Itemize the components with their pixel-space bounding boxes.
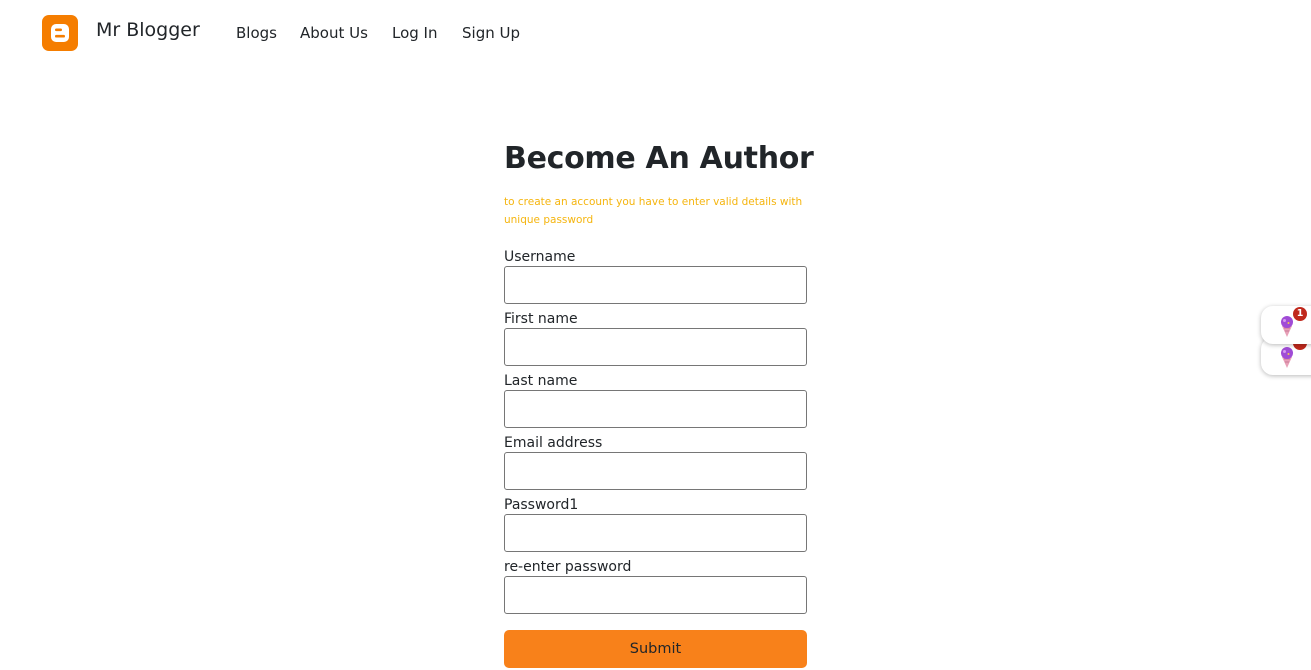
first-name-label: First name — [504, 311, 578, 327]
nav-link-sign-up[interactable]: Sign Up — [462, 24, 520, 42]
form-subtitle: to create an account you have to enter v… — [504, 196, 803, 226]
confirm-password-label: re-enter password — [504, 559, 632, 575]
username-label: Username — [504, 249, 576, 265]
username-field[interactable] — [504, 266, 807, 304]
confirm-password-field[interactable] — [504, 576, 807, 614]
nav-link-log-in[interactable]: Log In — [392, 24, 438, 42]
submit-button[interactable]: Submit — [504, 630, 807, 668]
nav-link-about-us[interactable]: About Us — [300, 24, 368, 42]
notification-badge: 1 — [1293, 307, 1307, 321]
signup-form: Become An Author to create an account yo… — [504, 138, 814, 668]
last-name-field[interactable] — [504, 390, 807, 428]
form-fields: Username First name Last name Email addr… — [504, 248, 807, 614]
password-label: Password1 — [504, 497, 579, 513]
brand-name[interactable]: Mr Blogger — [96, 19, 200, 41]
ice-cream-icon — [1276, 345, 1298, 373]
password-field[interactable] — [504, 514, 807, 552]
nav-link-blogs[interactable]: Blogs — [236, 24, 277, 42]
last-name-label: Last name — [504, 373, 578, 389]
first-name-field[interactable] — [504, 328, 807, 366]
blogger-logo-icon[interactable] — [42, 15, 78, 51]
floating-widget[interactable]: 1 — [1261, 306, 1311, 344]
page-title: Become An Author — [504, 141, 814, 176]
email-label: Email address — [504, 435, 603, 451]
navbar: Mr Blogger Blogs About Us Log In Sign Up — [0, 0, 1311, 66]
page: Mr Blogger Blogs About Us Log In Sign Up… — [0, 0, 1311, 670]
email-field[interactable] — [504, 452, 807, 490]
